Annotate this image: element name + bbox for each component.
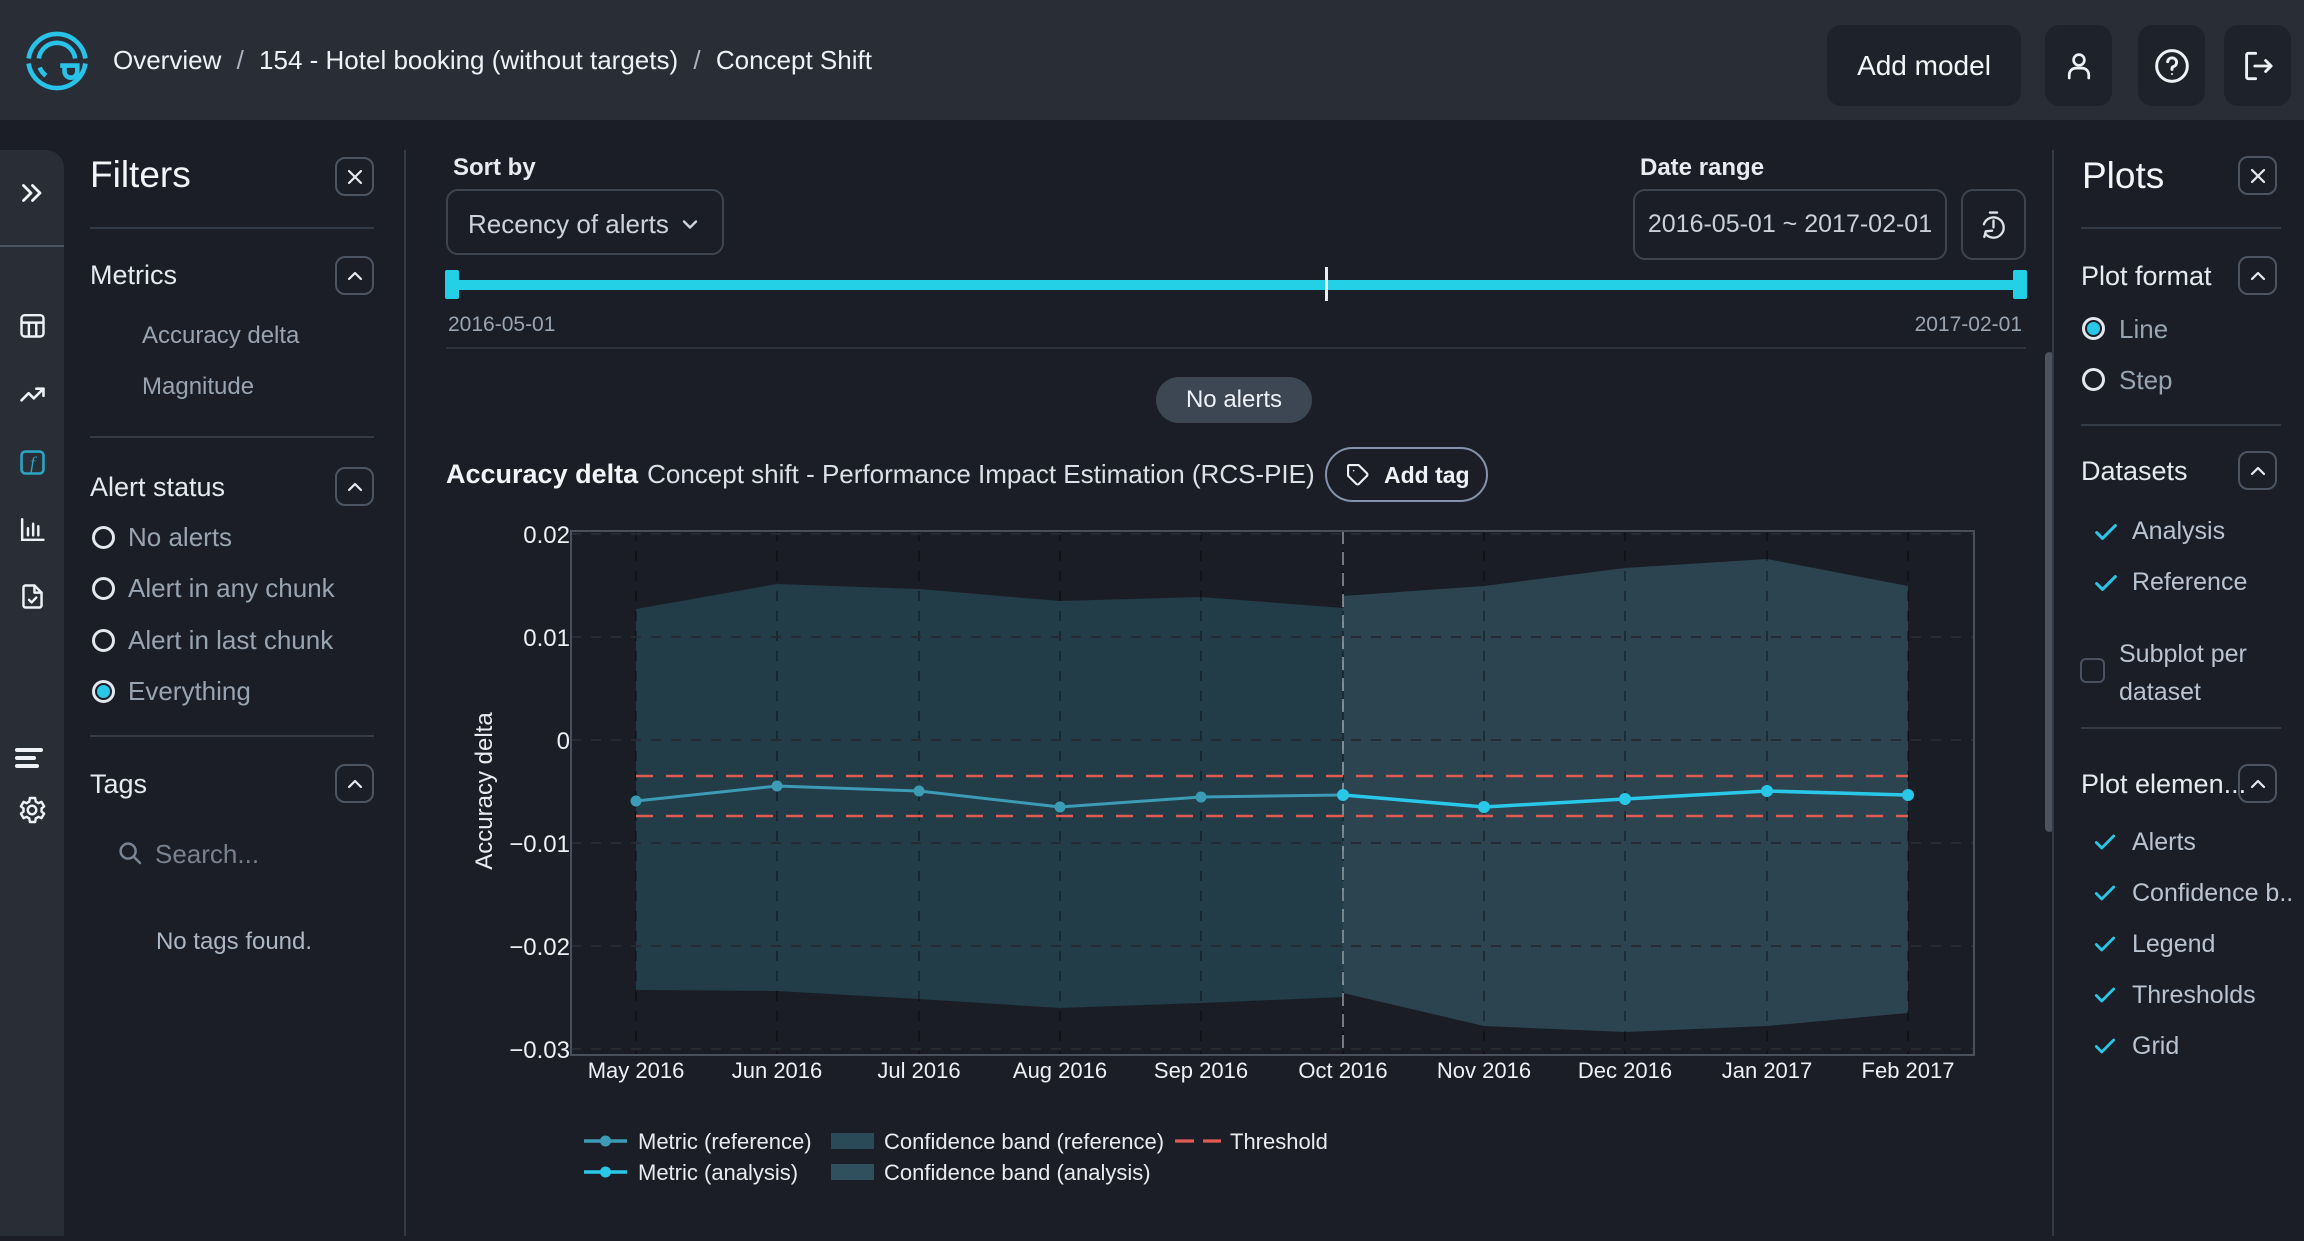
svg-text:Feb 2017: Feb 2017 xyxy=(1862,1058,1955,1083)
svg-text:0.01: 0.01 xyxy=(523,625,570,652)
svg-text:Nov 2016: Nov 2016 xyxy=(1437,1058,1531,1083)
svg-text:0: 0 xyxy=(557,728,570,755)
svg-text:Metric (analysis): Metric (analysis) xyxy=(638,1160,798,1185)
svg-text:Jul 2016: Jul 2016 xyxy=(877,1058,960,1083)
svg-text:−0.01: −0.01 xyxy=(509,831,570,858)
svg-text:Sep 2016: Sep 2016 xyxy=(1154,1058,1248,1083)
svg-text:Accuracy delta: Accuracy delta xyxy=(471,712,498,870)
svg-text:−0.02: −0.02 xyxy=(509,934,570,961)
svg-text:Jun 2016: Jun 2016 xyxy=(732,1058,823,1083)
svg-text:Confidence band (reference): Confidence band (reference) xyxy=(884,1129,1164,1154)
svg-text:May 2016: May 2016 xyxy=(588,1058,685,1083)
svg-text:Jan 2017: Jan 2017 xyxy=(1722,1058,1813,1083)
svg-text:Threshold: Threshold xyxy=(1230,1129,1328,1154)
svg-text:−0.03: −0.03 xyxy=(509,1037,570,1064)
svg-text:Metric (reference): Metric (reference) xyxy=(638,1129,812,1154)
svg-text:Aug 2016: Aug 2016 xyxy=(1013,1058,1107,1083)
svg-text:Confidence band (analysis): Confidence band (analysis) xyxy=(884,1160,1151,1185)
svg-text:0.02: 0.02 xyxy=(523,522,570,549)
svg-text:Dec 2016: Dec 2016 xyxy=(1578,1058,1672,1083)
svg-text:Oct 2016: Oct 2016 xyxy=(1298,1058,1387,1083)
svg-text:f: f xyxy=(30,453,37,473)
